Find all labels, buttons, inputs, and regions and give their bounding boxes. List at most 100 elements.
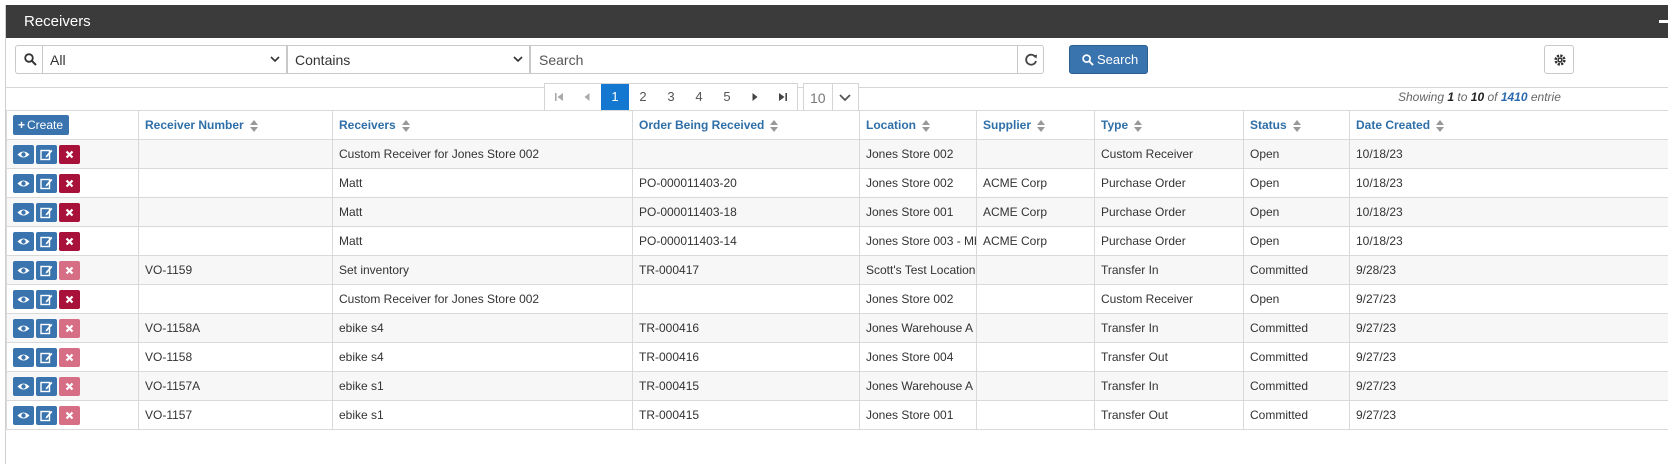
view-button[interactable] [13,173,34,193]
delete-button[interactable] [59,289,80,309]
cell-date: 9/27/23 [1349,342,1668,372]
cell-location: Jones Warehouse A [859,371,977,401]
cell-status: Committed [1243,400,1350,430]
column-header-date-created[interactable]: Date Created [1349,110,1668,140]
column-header-receiver-number[interactable]: Receiver Number [138,110,333,140]
table-row: Custom Receiver for Jones Store 002 Jones… [6,139,1668,169]
cell-receiver-number: VO-1158A [138,313,333,343]
divider [832,84,833,110]
cell-supplier [976,139,1095,169]
table-body: Custom Receiver for Jones Store 002 Jones… [6,139,1668,430]
cell-receivers: Matt [332,226,633,256]
column-header-location[interactable]: Location [859,110,977,140]
cell-receivers: Matt [332,168,633,198]
page-3-button[interactable]: 3 [657,84,685,110]
column-header-receivers[interactable]: Receivers [332,110,633,140]
delete-button[interactable] [59,202,80,222]
edit-button[interactable] [36,231,57,251]
edit-button[interactable] [36,144,57,164]
view-button[interactable] [13,318,34,338]
edit-button[interactable] [36,260,57,280]
cell-receiver-number [138,168,333,198]
cell-order: TR-000417 [632,255,860,285]
row-actions [6,197,139,227]
cell-type: Transfer In [1094,255,1244,285]
cell-order [632,284,860,314]
table-row: Matt PO-000011403-14 Jones Store 003 - Mbl… [6,226,1668,256]
view-button[interactable] [13,405,34,425]
sort-icon [1292,119,1301,132]
edit-button[interactable] [36,347,57,367]
close-icon [65,324,74,332]
edit-icon [40,149,53,160]
view-button[interactable] [13,202,34,222]
edit-button[interactable] [36,318,57,338]
close-icon [65,411,74,419]
cell-status: Committed [1243,255,1350,285]
delete-button[interactable] [59,144,80,164]
cell-location: Jones Store 001 [859,197,977,227]
eye-icon [17,209,30,215]
cell-type: Transfer In [1094,313,1244,343]
view-button[interactable] [13,144,34,164]
eye-icon [17,325,30,331]
cell-order [632,139,860,169]
settings-button[interactable] [1544,45,1574,74]
cell-receivers: Custom Receiver for Jones Store 002 [332,284,633,314]
prev-page-button[interactable] [573,84,601,110]
column-header-status[interactable]: Status [1243,110,1350,140]
close-icon [65,179,74,187]
page-5-button[interactable]: 5 [713,84,741,110]
edit-icon [40,207,53,218]
edit-icon [40,236,53,247]
cell-status: Open [1243,168,1350,198]
column-header-supplier[interactable]: Supplier [976,110,1095,140]
last-page-button[interactable] [769,84,797,110]
search-button-label: Search [1097,52,1139,67]
edit-button[interactable] [36,289,57,309]
page-1-button[interactable]: 1 [601,84,629,110]
cell-type: Custom Receiver [1094,139,1244,169]
field-select[interactable]: All [42,45,287,74]
chevron-down-icon [513,56,523,63]
view-button[interactable] [13,260,34,280]
view-button[interactable] [13,231,34,251]
cell-location: Jones Warehouse A [859,313,977,343]
edit-button[interactable] [36,376,57,396]
page-2-button[interactable]: 2 [629,84,657,110]
first-page-button[interactable] [545,84,573,110]
cell-status: Open [1243,139,1350,169]
refresh-button[interactable] [1017,45,1044,74]
column-header-type[interactable]: Type [1094,110,1244,140]
delete-button[interactable] [59,231,80,251]
search-input[interactable] [530,45,1018,74]
column-header-label: Location [866,118,916,132]
view-button[interactable] [13,289,34,309]
next-page-button[interactable] [741,84,769,110]
page-size-select[interactable]: 10 [803,83,859,111]
cell-location: Jones Store 002 [859,284,977,314]
edit-button[interactable] [36,202,57,222]
operator-select[interactable]: Contains [287,45,530,74]
cell-supplier [976,313,1095,343]
page-4-button[interactable]: 4 [685,84,713,110]
edit-button[interactable] [36,405,57,425]
sort-icon [249,119,258,132]
cell-receiver-number: VO-1158 [138,342,333,372]
search-button[interactable]: Search [1069,45,1148,74]
edit-button[interactable] [36,173,57,193]
create-button[interactable]: + Create [13,115,70,135]
view-button[interactable] [13,376,34,396]
eye-icon [17,180,30,186]
cell-date: 9/27/23 [1349,284,1668,314]
delete-button [59,376,80,396]
cell-receivers: ebike s1 [332,400,633,430]
delete-button[interactable] [59,173,80,193]
column-header-order-being-received[interactable]: Order Being Received [632,110,860,140]
minus-icon[interactable] [1659,20,1668,23]
sort-icon [1037,119,1046,132]
cell-order: TR-000416 [632,342,860,372]
cell-order: TR-000415 [632,371,860,401]
cell-date: 10/18/23 [1349,226,1668,256]
view-button[interactable] [13,347,34,367]
